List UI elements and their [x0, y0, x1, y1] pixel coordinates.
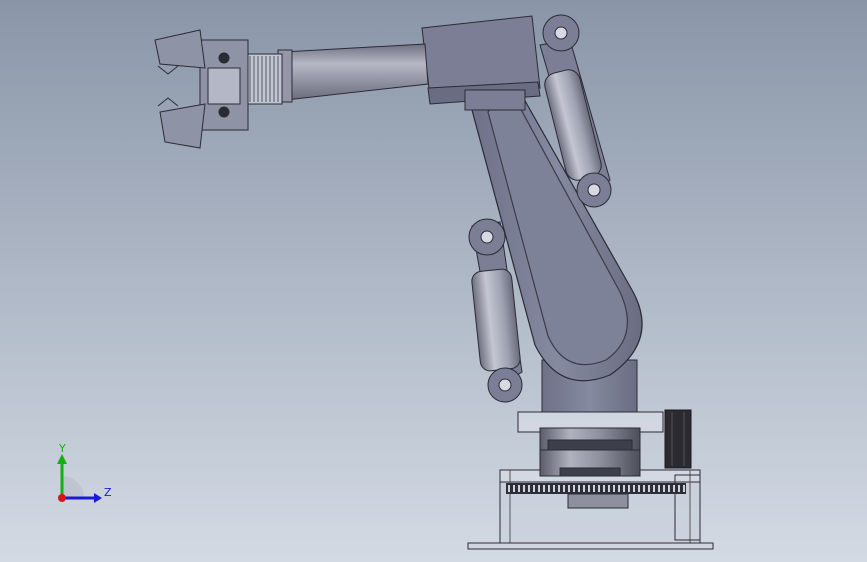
base-housing[interactable] — [467, 469, 714, 550]
gear-tooth — [548, 485, 550, 492]
gear-tooth — [598, 485, 600, 492]
gear-tooth — [523, 485, 525, 492]
gear-tooth — [613, 485, 615, 492]
gripper[interactable] — [154, 29, 206, 149]
gear-tooth — [608, 485, 610, 492]
gear-tooth — [633, 485, 635, 492]
forearm-head[interactable] — [421, 15, 541, 111]
gear-tooth — [518, 485, 520, 492]
gear-tooth — [533, 485, 535, 492]
gear-tooth — [513, 485, 515, 492]
z-axis-head — [94, 493, 102, 503]
triad-plane — [62, 476, 84, 498]
gear-tooth — [623, 485, 625, 492]
gear-tooth — [668, 485, 670, 492]
y-axis-head — [57, 454, 67, 464]
gear-tooth — [618, 485, 620, 492]
gear-tooth — [508, 485, 510, 492]
gear-tooth — [663, 485, 665, 492]
gear-tooth — [583, 485, 585, 492]
gear-tooth — [658, 485, 660, 492]
robot-arm-model[interactable] — [0, 0, 867, 562]
gear-tooth — [593, 485, 595, 492]
gear-tooth — [543, 485, 545, 492]
gear-tooth — [563, 485, 565, 492]
gear-tooth — [673, 485, 675, 492]
y-axis-label: Y — [58, 442, 66, 455]
gear-tooth — [643, 485, 645, 492]
gear-tooth — [588, 485, 590, 492]
rotary-joint[interactable] — [517, 411, 664, 477]
gear-tooth — [578, 485, 580, 492]
gear-tooth — [628, 485, 630, 492]
gear-tooth — [638, 485, 640, 492]
gear-tooth — [573, 485, 575, 492]
gear-tooth — [558, 485, 560, 492]
gear-tooth — [538, 485, 540, 492]
gear-tooth — [683, 485, 685, 492]
gear-tooth — [553, 485, 555, 492]
wrist-assembly[interactable] — [199, 39, 283, 131]
gear-tooth — [528, 485, 530, 492]
gear-tooth — [648, 485, 650, 492]
view-orientation-triad: Y Z — [57, 442, 112, 503]
z-axis-label: Z — [104, 486, 112, 499]
graphics-viewport[interactable]: Y Z — [0, 0, 867, 562]
forearm-tube[interactable] — [277, 43, 429, 103]
gear-tooth — [653, 485, 655, 492]
x-axis-dot — [58, 494, 66, 502]
gear-tooth — [568, 485, 570, 492]
gear-tooth — [678, 485, 680, 492]
gear-tooth — [603, 485, 605, 492]
base-motor[interactable] — [664, 409, 692, 469]
